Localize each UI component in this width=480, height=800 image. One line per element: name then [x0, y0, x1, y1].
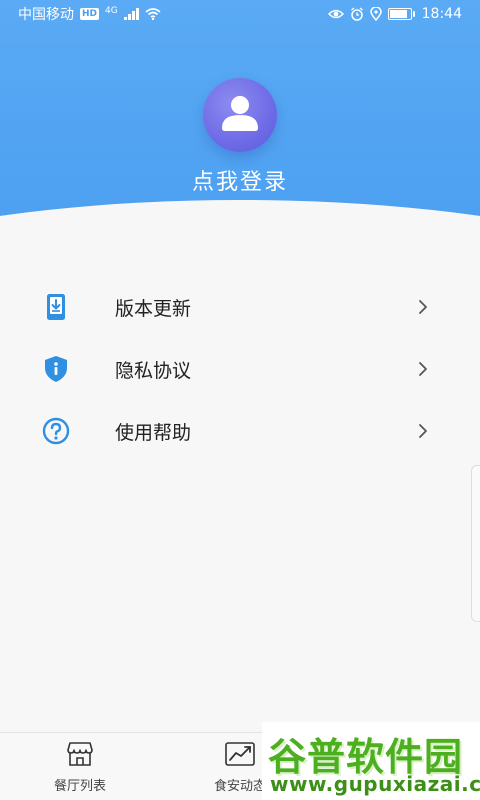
chevron-right-icon	[419, 300, 427, 314]
menu-label-version-update: 版本更新	[115, 297, 192, 320]
trend-chart-icon	[225, 742, 255, 766]
eye-icon	[327, 9, 344, 19]
download-update-icon	[47, 294, 65, 320]
header-curve	[0, 200, 480, 250]
battery-level	[389, 10, 408, 18]
signal-icon	[123, 8, 139, 20]
menu-label-usage-help: 使用帮助	[115, 421, 192, 444]
network-type: 4G	[105, 5, 118, 16]
watermark-logo: 谷普软件园 www.gupuxiazai.com	[262, 722, 480, 800]
menu-item-usage-help[interactable]: 使用帮助	[0, 400, 480, 462]
help-question-icon	[42, 417, 70, 445]
nav-tab-restaurant-list[interactable]: 餐厅列表	[20, 741, 140, 794]
status-bar: 中国移动 HD 4G 18:44	[0, 0, 480, 28]
menu-label-privacy-policy: 隐私协议	[115, 359, 192, 382]
user-avatar[interactable]	[203, 78, 277, 152]
profile-screen: 中国移动 HD 4G 18:44 点我登录 版本更新 隐私协议 使用帮助 餐厅列…	[0, 0, 480, 800]
location-icon	[369, 7, 382, 21]
nav-label-restaurant-list: 餐厅列表	[53, 779, 106, 794]
wifi-icon	[145, 8, 161, 20]
login-button[interactable]: 点我登录	[0, 164, 480, 196]
restaurant-store-icon	[67, 742, 93, 766]
chevron-right-icon	[419, 424, 427, 438]
user-avatar-icon	[222, 96, 258, 131]
watermark-url: www.gupuxiazai.com	[270, 772, 480, 796]
status-time: 18:44	[421, 6, 462, 22]
chevron-right-icon	[419, 362, 427, 376]
battery-icon	[387, 8, 415, 20]
alarm-icon	[350, 7, 363, 21]
carrier-name: 中国移动	[18, 7, 74, 23]
settings-menu: 版本更新 隐私协议 使用帮助	[0, 276, 480, 462]
menu-item-version-update[interactable]: 版本更新	[0, 276, 480, 338]
status-left: 中国移动 HD 4G	[18, 4, 161, 24]
status-right: 18:44	[327, 6, 462, 22]
edge-drag-handle[interactable]	[471, 465, 480, 622]
hd-badge: HD	[80, 8, 100, 20]
privacy-shield-icon	[45, 356, 67, 382]
menu-item-privacy-policy[interactable]: 隐私协议	[0, 338, 480, 400]
